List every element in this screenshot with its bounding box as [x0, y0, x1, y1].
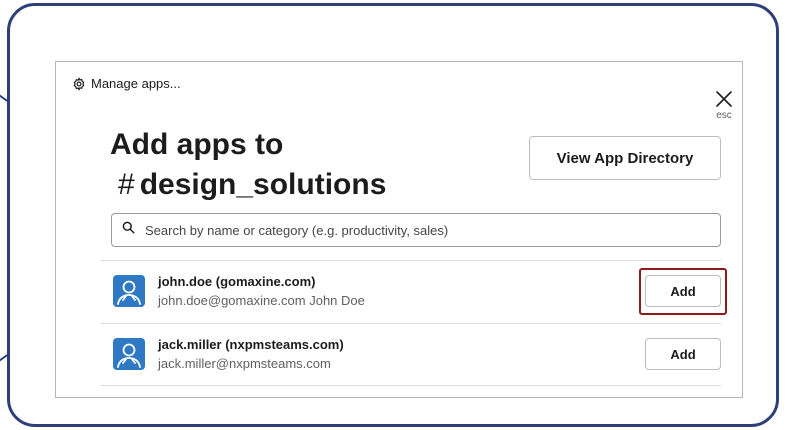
search-icon: [122, 221, 135, 239]
esc-hint: esc: [716, 110, 732, 121]
search-input[interactable]: [143, 221, 720, 239]
title-line-1: Add apps to: [110, 128, 284, 161]
dialog-title: Add apps to # design_solutions: [110, 125, 386, 205]
title-line-2: # design_solutions: [110, 165, 386, 205]
gear-icon: [72, 76, 86, 91]
manage-apps-link[interactable]: Manage apps...: [72, 76, 181, 91]
callout-frame: Manage apps... esc Add apps to # design_s…: [7, 3, 779, 427]
list-divider: [101, 385, 721, 386]
app-name: jack.miller (nxpmsteams.com): [158, 337, 344, 352]
view-app-directory-button[interactable]: View App Directory: [529, 136, 721, 180]
search-box[interactable]: [111, 213, 721, 247]
list-item-app: john.doe (gomaxine.com) john.doe@gomaxin…: [101, 261, 727, 321]
list-item-app: jack.miller (nxpmsteams.com) jack.miller…: [101, 324, 721, 384]
add-apps-dialog: Manage apps... esc Add apps to # design_s…: [55, 61, 743, 398]
user-avatar-icon: [113, 338, 145, 370]
user-avatar-icon: [113, 275, 145, 307]
app-name: john.doe (gomaxine.com): [158, 274, 316, 289]
app-subtitle: jack.miller@nxpmsteams.com: [158, 356, 331, 371]
channel-name: design_solutions: [139, 168, 387, 201]
close-icon: [712, 89, 736, 109]
app-subtitle: john.doe@gomaxine.com John Doe: [158, 293, 365, 308]
channel-hash: #: [118, 168, 135, 201]
add-app-button[interactable]: Add: [645, 338, 721, 370]
close-button[interactable]: esc: [712, 89, 736, 121]
add-app-button[interactable]: Add: [645, 275, 721, 307]
manage-apps-label: Manage apps...: [91, 76, 181, 91]
